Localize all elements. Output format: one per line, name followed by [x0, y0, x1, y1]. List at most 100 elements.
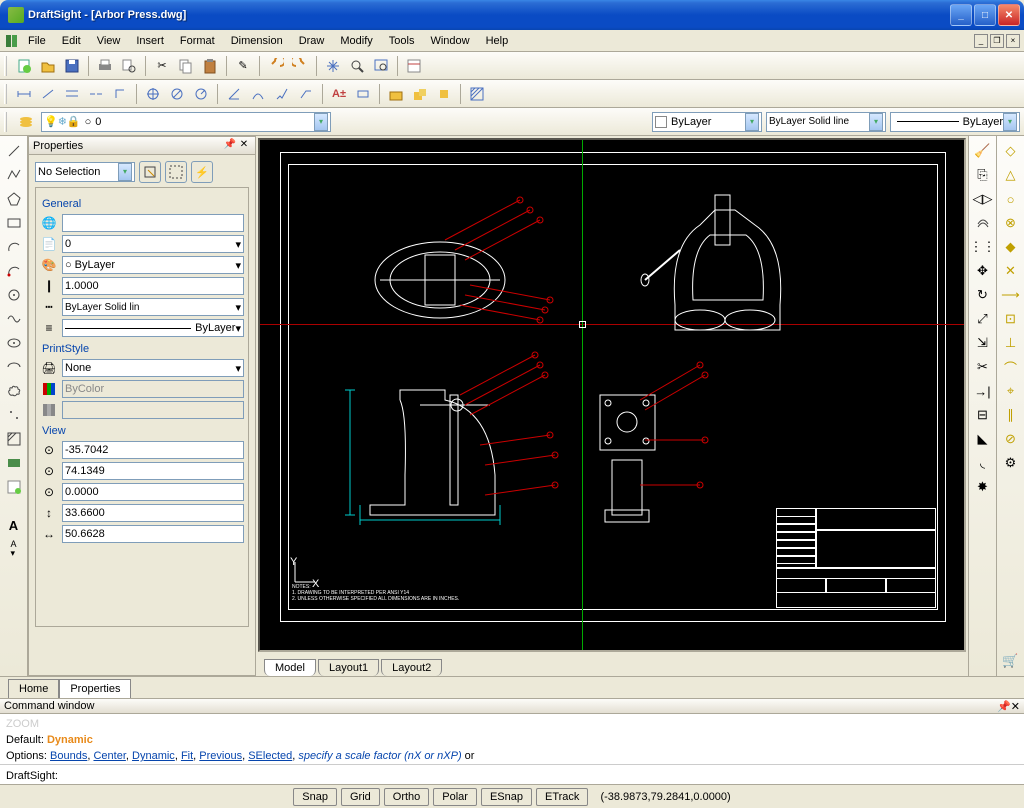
region-button[interactable] [3, 452, 25, 474]
snap-node-button[interactable]: ⊗ [1000, 212, 1022, 234]
extend-button[interactable]: →| [972, 380, 994, 402]
menu-tools[interactable]: Tools [381, 35, 423, 47]
view-h-field[interactable]: 33.6600 [62, 504, 244, 522]
cmd-close-button[interactable]: ✕ [1011, 700, 1020, 713]
linestyle-field[interactable]: ByLayer Solid lin▾ [62, 298, 244, 316]
panel-close-button[interactable]: ✕ [237, 139, 251, 153]
ellipse-button[interactable] [3, 332, 25, 354]
toolbar-grip[interactable] [4, 56, 7, 76]
maximize-button[interactable]: □ [974, 4, 996, 26]
undo-button[interactable] [265, 55, 287, 77]
pan-button[interactable] [322, 55, 344, 77]
toggle-button[interactable]: ⚡ [191, 161, 213, 183]
toolbar-grip[interactable] [4, 84, 7, 104]
open-button[interactable] [37, 55, 59, 77]
ellipse-arc-button[interactable] [3, 356, 25, 378]
rectangle-button[interactable] [3, 212, 25, 234]
copy-button[interactable] [175, 55, 197, 77]
note-button[interactable] [3, 476, 25, 498]
scale-button[interactable]: ⤢ [972, 308, 994, 330]
opt-previous[interactable]: Previous [199, 750, 242, 762]
lineweight-field[interactable]: ByLayer▾ [62, 319, 244, 337]
status-grid[interactable]: Grid [341, 788, 380, 806]
status-esnap[interactable]: ESnap [481, 788, 532, 806]
mdi-minimize-button[interactable]: _ [974, 34, 988, 48]
block-make-button[interactable] [409, 83, 431, 105]
snap-ins-button[interactable]: ⊡ [1000, 308, 1022, 330]
scale-field[interactable]: 1.0000 [62, 277, 244, 295]
fillet-button[interactable]: ◟ [972, 452, 994, 474]
text-button[interactable]: A [3, 514, 25, 536]
command-input[interactable]: DraftSight: [0, 764, 1024, 784]
dim-radius-button[interactable] [190, 83, 212, 105]
dim-linear-button[interactable] [13, 83, 35, 105]
lineweight-combo[interactable]: ByLayer ▾ [890, 112, 1020, 132]
array-button[interactable]: ⋮⋮ [972, 236, 994, 258]
snap-cen-button[interactable]: ○ [1000, 188, 1022, 210]
app-store-button[interactable]: 🛒 [1000, 650, 1022, 672]
cmd-pin-button[interactable]: 📌 [997, 700, 1011, 713]
menu-help[interactable]: Help [478, 35, 517, 47]
pin-button[interactable]: 📌 [223, 139, 237, 153]
menu-file[interactable]: File [20, 35, 54, 47]
chamfer-button[interactable]: ◣ [972, 428, 994, 450]
properties-button[interactable] [403, 55, 425, 77]
paste-button[interactable] [199, 55, 221, 77]
linestyle-combo[interactable]: ByLayer Solid line ▾ [766, 112, 886, 132]
snap-ext-button[interactable]: ⟶ [1000, 284, 1022, 306]
mtext-button[interactable]: A▾ [3, 538, 25, 560]
new-button[interactable] [13, 55, 35, 77]
dim-aligned-button[interactable] [37, 83, 59, 105]
osnap-settings-button[interactable]: ⚙ [1000, 452, 1022, 474]
polyline-button[interactable] [3, 164, 25, 186]
status-snap[interactable]: Snap [293, 788, 337, 806]
hyperlink-field[interactable] [62, 214, 244, 232]
rotate-button[interactable]: ↻ [972, 284, 994, 306]
copy-obj-button[interactable]: ⎘ [972, 164, 994, 186]
menu-dimension[interactable]: Dimension [223, 35, 291, 47]
break-button[interactable]: ⊟ [972, 404, 994, 426]
view-z-field[interactable]: 0.0000 [62, 483, 244, 501]
snap-none-button[interactable]: ⊘ [1000, 428, 1022, 450]
arc3p-button[interactable] [3, 260, 25, 282]
opt-center[interactable]: Center [93, 750, 125, 762]
layer-manager-button[interactable] [15, 111, 37, 133]
status-etrack[interactable]: ETrack [536, 788, 588, 806]
menu-edit[interactable]: Edit [54, 35, 89, 47]
save-button[interactable] [61, 55, 83, 77]
print-button[interactable] [94, 55, 116, 77]
opt-dynamic[interactable]: Dynamic [132, 750, 175, 762]
redo-button[interactable] [289, 55, 311, 77]
cut-button[interactable]: ✂ [151, 55, 173, 77]
point-button[interactable] [3, 404, 25, 426]
tab-layout1[interactable]: Layout1 [318, 659, 379, 676]
toolbar-grip[interactable] [4, 112, 7, 132]
menu-modify[interactable]: Modify [332, 35, 380, 47]
opt-selected[interactable]: SElected [248, 750, 292, 762]
zoom-window-button[interactable] [370, 55, 392, 77]
color-combo[interactable]: ByLayer ▾ [652, 112, 762, 132]
menu-window[interactable]: Window [422, 35, 477, 47]
dim-diameter-button[interactable] [166, 83, 188, 105]
selection-combo[interactable]: No Selection▾ [35, 162, 135, 182]
dim-continue-button[interactable] [85, 83, 107, 105]
status-polar[interactable]: Polar [433, 788, 477, 806]
snap-near-button[interactable]: ⌖ [1000, 380, 1022, 402]
color-field[interactable]: ○ByLayer▾ [62, 256, 244, 274]
dim-jogged-button[interactable] [271, 83, 293, 105]
stretch-button[interactable]: ⇲ [972, 332, 994, 354]
pencil-button[interactable]: ✎ [232, 55, 254, 77]
move-button[interactable]: ✥ [972, 260, 994, 282]
view-x-field[interactable]: -35.7042 [62, 441, 244, 459]
snap-tan-button[interactable]: ⌒ [1000, 356, 1022, 378]
menu-insert[interactable]: Insert [128, 35, 172, 47]
block-define-button[interactable] [433, 83, 455, 105]
zoom-button[interactable] [346, 55, 368, 77]
tab-properties[interactable]: Properties [59, 679, 131, 698]
menu-format[interactable]: Format [172, 35, 223, 47]
drawing-canvas[interactable]: YX NOTES:1. DRAWING TO BE INTERPRETED PE… [258, 138, 966, 652]
trim-button[interactable]: ✂ [972, 356, 994, 378]
layer-combo[interactable]: 💡 ❄ 🔒 ○ 0 ▾ [41, 112, 331, 132]
dim-ordinate-button[interactable] [109, 83, 131, 105]
preview-button[interactable] [118, 55, 140, 77]
